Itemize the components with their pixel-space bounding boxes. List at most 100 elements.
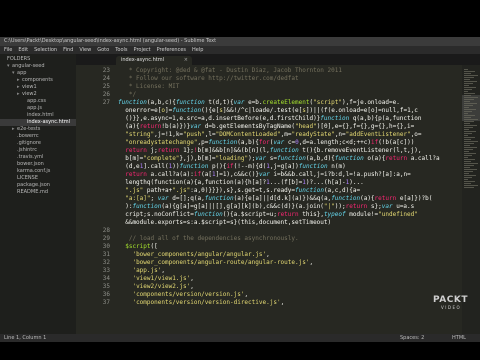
tab-index-async[interactable]: index-async.html × <box>116 56 192 65</box>
sidebar-item[interactable]: ▸ view1 <box>0 84 76 91</box>
code-line[interactable]: 'view1/view1.js', <box>118 275 462 283</box>
code-line[interactable]: "a:[a]"; var d=[];q(a,function(a){e[a]||… <box>118 195 462 203</box>
sidebar-item[interactable]: .jshintrc <box>0 147 76 154</box>
code-line[interactable]: lengthq(function(a){a,function(a){h[a]?1… <box>118 179 462 187</box>
menu-selection[interactable]: Selection <box>34 46 57 54</box>
code-line[interactable]: 'bower_components/angular/angular.js', <box>118 251 462 259</box>
code-line[interactable]: 'view2/view2.js', <box>118 283 462 291</box>
indentation-setting[interactable]: Spaces: 2 <box>400 334 424 342</box>
code-token: b[m]= <box>118 155 144 162</box>
code-line[interactable]: 'bower_components/angular-route/angular-… <box>118 259 462 267</box>
sidebar-item[interactable]: ▸ e2e-tests <box>0 126 76 133</box>
minimap-line <box>464 141 478 142</box>
line-number <box>76 211 110 219</box>
code-line[interactable]: b[m]="complete"},j),b[m]="loading");var … <box>118 155 462 163</box>
code-line[interactable]: onerror=e[o]=function(){e[s]&&!/^c|loade… <box>118 107 462 115</box>
code-line[interactable]: "string",j=!1,k="push",l="DOMContentLoad… <box>118 131 462 139</box>
code-token: function <box>204 195 234 202</box>
menu-project[interactable]: Project <box>134 46 151 54</box>
menu-help[interactable]: Help <box>192 46 203 54</box>
code-line[interactable]: 'app.js', <box>118 267 462 275</box>
code-line[interactable]: return a.call?a(a):if(a[1]=1),c&&c()}var… <box>118 171 462 179</box>
code-line[interactable]: (a){return!b(a)})}var d=b.getElementsByT… <box>118 123 462 131</box>
code-line[interactable]: $script([ <box>118 243 462 251</box>
code-line[interactable]: return j;return 1};!b[m]&&b[n]&&(b[n](l,… <box>118 147 462 155</box>
code-token: ...(f[b]= <box>269 179 303 186</box>
sidebar-item[interactable]: package.json <box>0 182 76 189</box>
line-number: 23 <box>102 67 110 74</box>
sidebar-item[interactable]: ▾ app <box>0 70 76 77</box>
sidebar-item[interactable]: ▾ angular-seed <box>0 63 76 70</box>
code-line[interactable]: 'components/version/version.js', <box>118 291 462 299</box>
code-token: function <box>179 163 209 170</box>
sidebar-item[interactable]: karma.conf.js <box>0 168 76 175</box>
line-number <box>76 195 110 203</box>
code-line[interactable]: * Follow our software http://twitter.com… <box>118 75 462 83</box>
sidebar-item[interactable]: index-async.html <box>0 119 76 126</box>
sidebar-item[interactable]: index.html <box>0 112 76 119</box>
sidebar-item-label: index-async.html <box>27 119 71 125</box>
code-line[interactable]: // load all of the dependencies asynchro… <box>118 235 462 243</box>
code-line[interactable]: */ <box>118 91 462 99</box>
menu-find[interactable]: Find <box>63 46 73 54</box>
minimap-line <box>464 129 469 130</box>
code-editor[interactable]: 23 24 25 26 27 28 29 30 31 32 33 34 35 36 37 * Copyrig… <box>76 65 462 334</box>
sidebar-item[interactable]: README.md <box>0 189 76 196</box>
close-icon[interactable]: × <box>184 56 188 65</box>
code-token: ,p= <box>197 139 209 146</box>
code-area[interactable]: * Copyright: @ded & @fat - Dustin Diaz, … <box>114 65 462 334</box>
code-line[interactable] <box>118 227 462 235</box>
menu-file[interactable]: File <box>4 46 12 54</box>
menu-bar: File Edit Selection Find View Goto Tools… <box>0 46 480 54</box>
code-token: t(d,t){ <box>204 99 234 106</box>
code-line[interactable]: cript;s.noConflict=function(){a.$script=… <box>118 211 462 219</box>
code-token: b[m]&&b[n]&&(b[n](l, <box>197 147 270 154</box>
menu-tools[interactable]: Tools <box>115 46 127 54</box>
code-line[interactable]: function(a,b,c){function t(d,t){var e=b.… <box>118 99 462 107</box>
sidebar-item[interactable]: LICENSE <box>0 175 76 182</box>
code-token: function <box>331 195 361 202</box>
code-line[interactable]: 'components/version/version-directive.js… <box>118 299 462 307</box>
sidebar-item[interactable]: .bowerrc <box>0 133 76 140</box>
code-line[interactable]: ()}},e.async=1,e.src=a,d.insertBefore(e,… <box>118 115 462 123</box>
code-token: var <box>157 195 169 202</box>
sidebar-item[interactable]: bower.json <box>0 161 76 168</box>
code-line[interactable]: * License: MIT <box>118 83 462 91</box>
code-line[interactable]: ".js" path+a+".js":a,0)}}}),s},s.get=t,s… <box>118 187 462 195</box>
menu-goto[interactable]: Goto <box>97 46 109 54</box>
sidebar-item-label: .jshintrc <box>17 147 37 153</box>
code-token: "addEventListener" <box>345 131 411 138</box>
code-line[interactable]: (d,e1].call(1))function p(){if(!--m){d(1… <box>118 163 462 171</box>
menu-preferences[interactable]: Preferences <box>157 46 186 54</box>
code-token: )?... <box>305 179 324 186</box>
code-token: (a){e[a]||d[d.k](a)})&&q(a, <box>233 195 332 202</box>
minimap-line <box>464 135 468 136</box>
sidebar-item[interactable]: ▸ components <box>0 77 76 84</box>
code-token: cript;s.noConflict= <box>118 211 194 218</box>
sidebar-item[interactable]: FOLDERS <box>0 56 76 63</box>
sidebar-item[interactable]: app.css <box>0 98 76 105</box>
code-token: lengthq(function(a){a,function(a){h[a]? <box>118 179 267 186</box>
minimap-line <box>464 167 470 168</box>
code-line[interactable]: &&module.exports=s:a.$script=s}(this,doc… <box>118 219 462 227</box>
code-line[interactable]: ):function(a){g[a]=g[a]||[],g[a][k](b),c… <box>118 203 462 211</box>
code-token: (a){g[a]=g[a]||[],g[a][k](b),c&&c(d)}(a.… <box>161 203 324 210</box>
code-token: (a,b,d){ <box>305 155 335 162</box>
code-token: ,l= <box>204 131 216 138</box>
minimap-line <box>464 73 471 74</box>
sidebar-item[interactable]: .gitignore <box>0 140 76 147</box>
code-token: c= <box>284 139 296 146</box>
code-line[interactable]: "onreadystatechange",p=function(a,b){for… <box>118 139 462 147</box>
line-number: 33 <box>102 267 110 274</box>
code-line[interactable]: * Copyright: @ded & @fat - Dustin Diaz, … <box>118 67 462 75</box>
menu-edit[interactable]: Edit <box>18 46 28 54</box>
sidebar-item[interactable]: ▸ view2 <box>0 91 76 98</box>
sidebar-item[interactable]: .travis.yml <box>0 154 76 161</box>
syntax-mode[interactable]: HTML <box>452 334 466 342</box>
menu-view[interactable]: View <box>79 46 91 54</box>
sidebar-item[interactable]: app.js <box>0 105 76 112</box>
sidebar-item-label: bower.json <box>17 161 44 167</box>
status-bar: Line 1, Column 1 Spaces: 2 HTML <box>0 334 480 342</box>
minimap[interactable] <box>462 65 480 334</box>
